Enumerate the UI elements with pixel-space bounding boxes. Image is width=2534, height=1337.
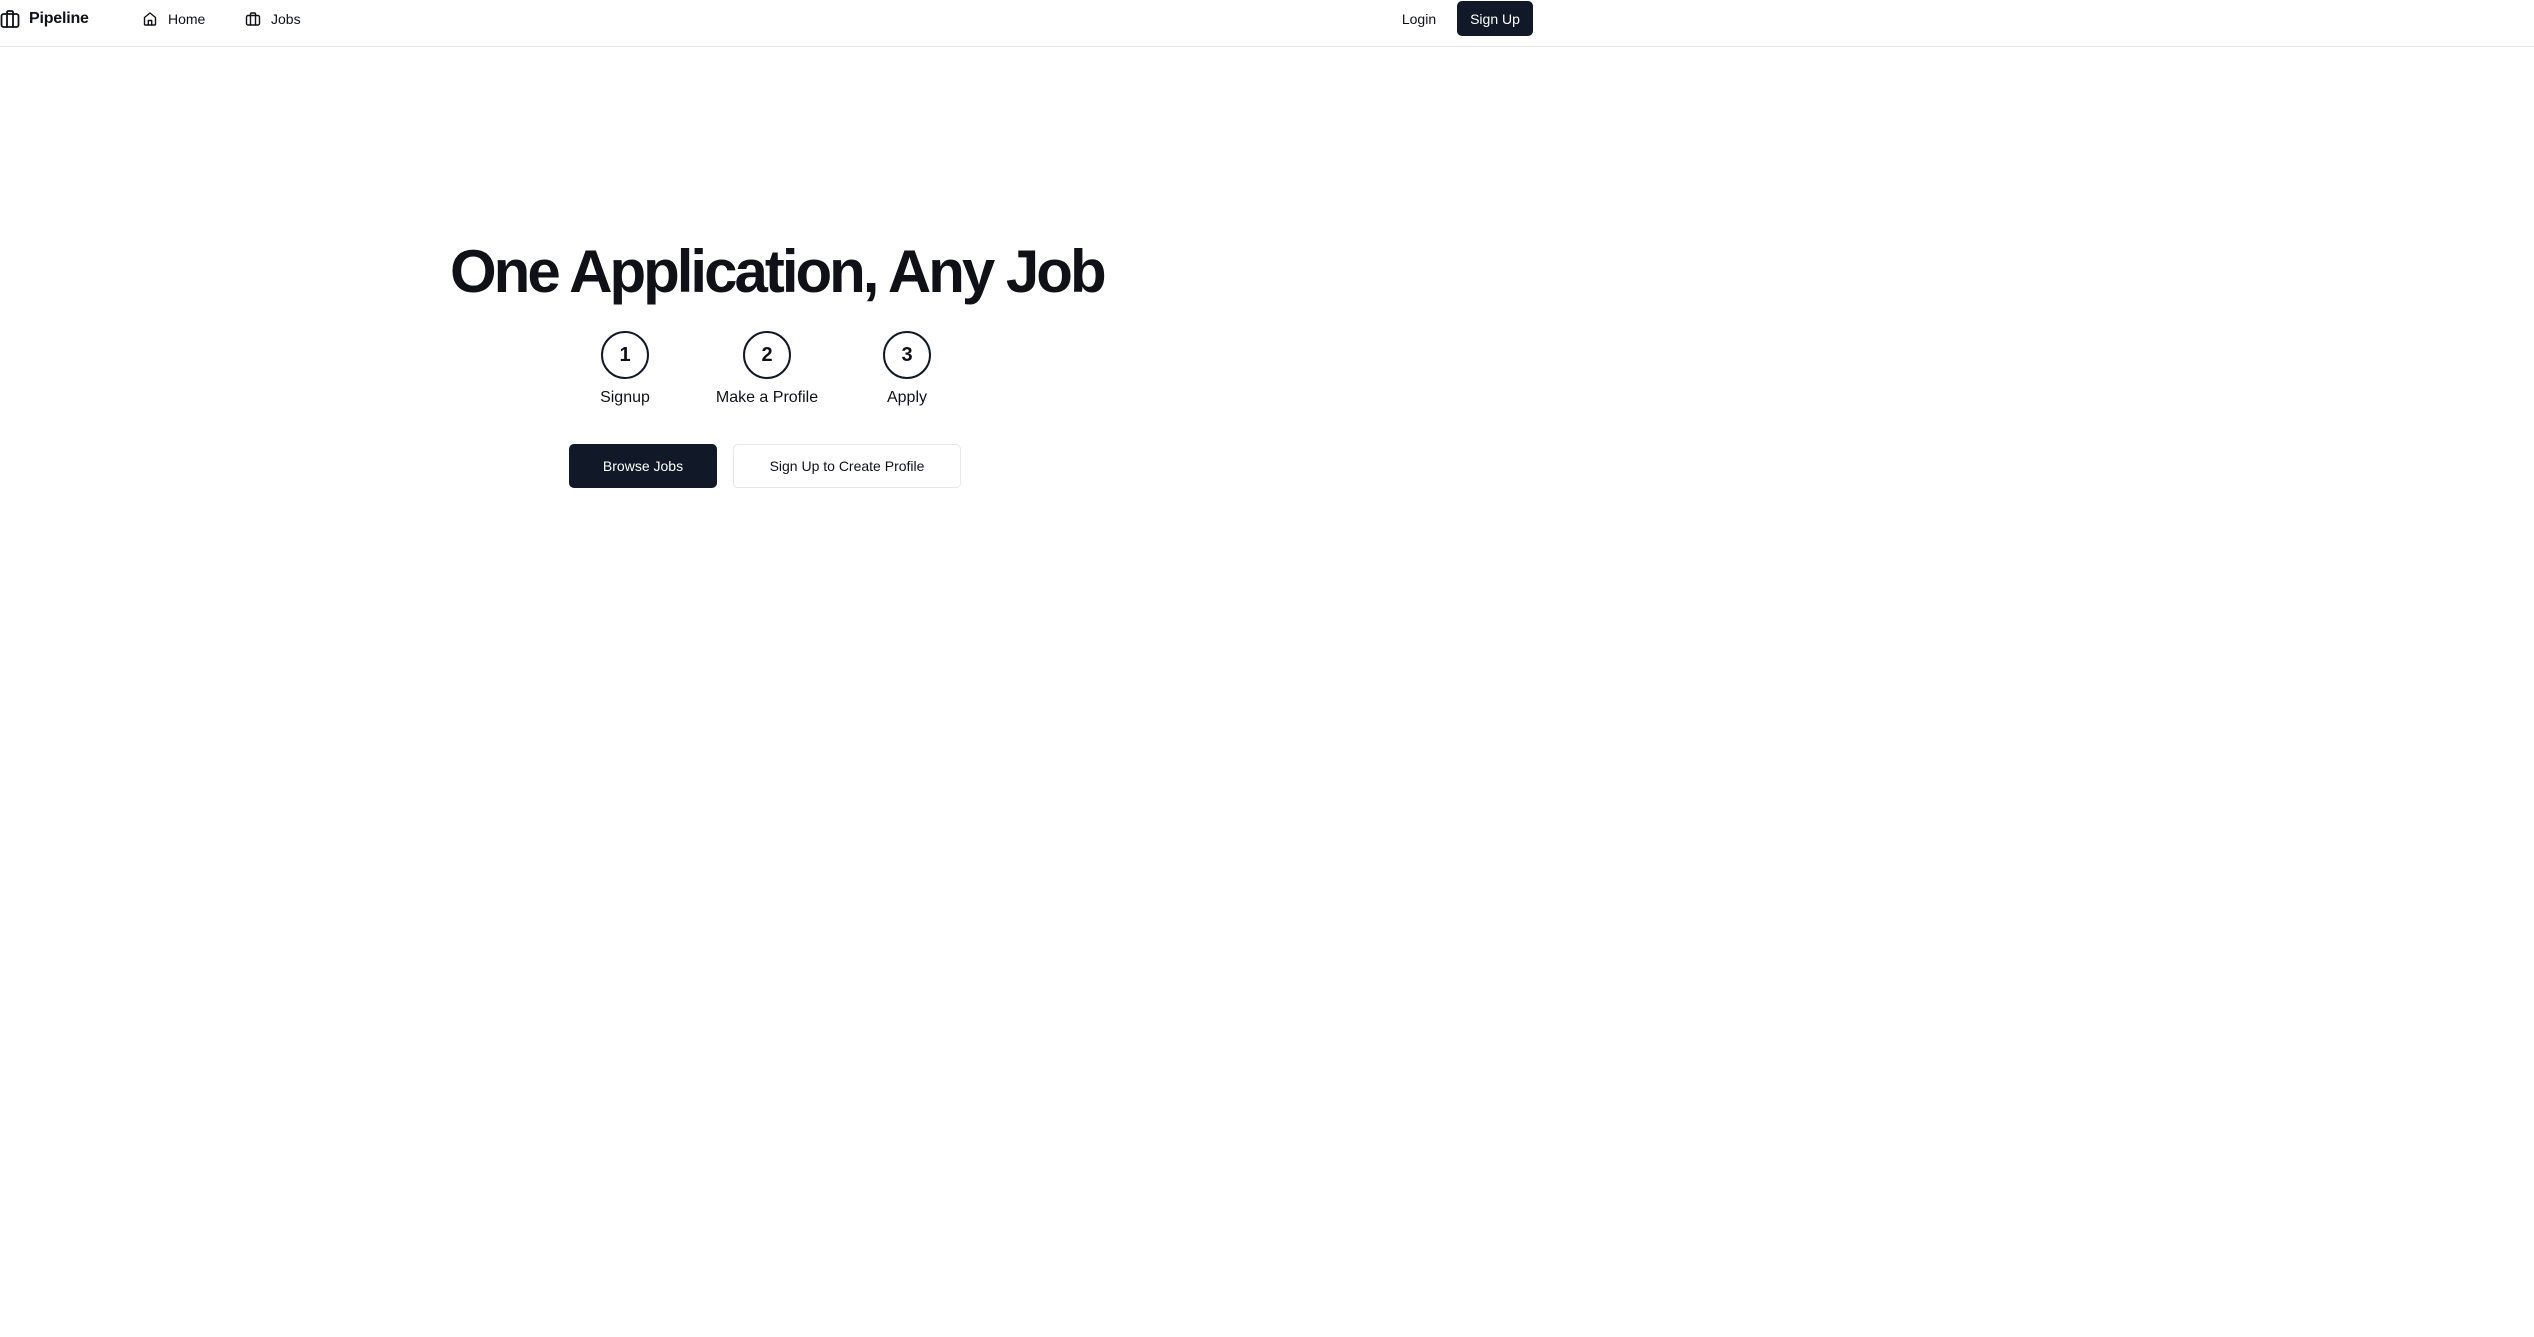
browse-jobs-button[interactable]: Browse Jobs	[569, 444, 717, 488]
signup-button[interactable]: Sign Up	[1457, 1, 1533, 36]
top-navigation-bar: Pipeline Home Jobs Login Sign Up	[0, 0, 2534, 47]
step-make-profile: 2 Make a Profile	[687, 331, 847, 407]
nav-jobs-label: Jobs	[271, 11, 301, 27]
hero-title: One Application, Any Job	[450, 238, 1107, 305]
step-number-badge: 3	[883, 331, 931, 379]
nav-home-label: Home	[168, 11, 206, 27]
nav-jobs-link[interactable]: Jobs	[245, 0, 301, 38]
step-number-badge: 1	[601, 331, 649, 379]
step-label: Apply	[886, 389, 928, 406]
step-number-badge: 2	[743, 331, 791, 379]
brand-name: Pipeline	[29, 10, 89, 27]
step-label: Make a Profile	[715, 389, 819, 406]
step-apply: 3 Apply	[827, 331, 987, 407]
briefcase-icon	[245, 11, 261, 27]
step-signup: 1 Signup	[545, 331, 705, 407]
signup-create-profile-button[interactable]: Sign Up to Create Profile	[733, 444, 961, 488]
home-icon	[142, 11, 158, 27]
briefcase-icon	[0, 9, 20, 29]
login-link[interactable]: Login	[1395, 0, 1443, 38]
nav-home-link[interactable]: Home	[142, 0, 205, 38]
brand-logo-link[interactable]: Pipeline	[0, 0, 89, 38]
step-label: Signup	[600, 389, 650, 406]
